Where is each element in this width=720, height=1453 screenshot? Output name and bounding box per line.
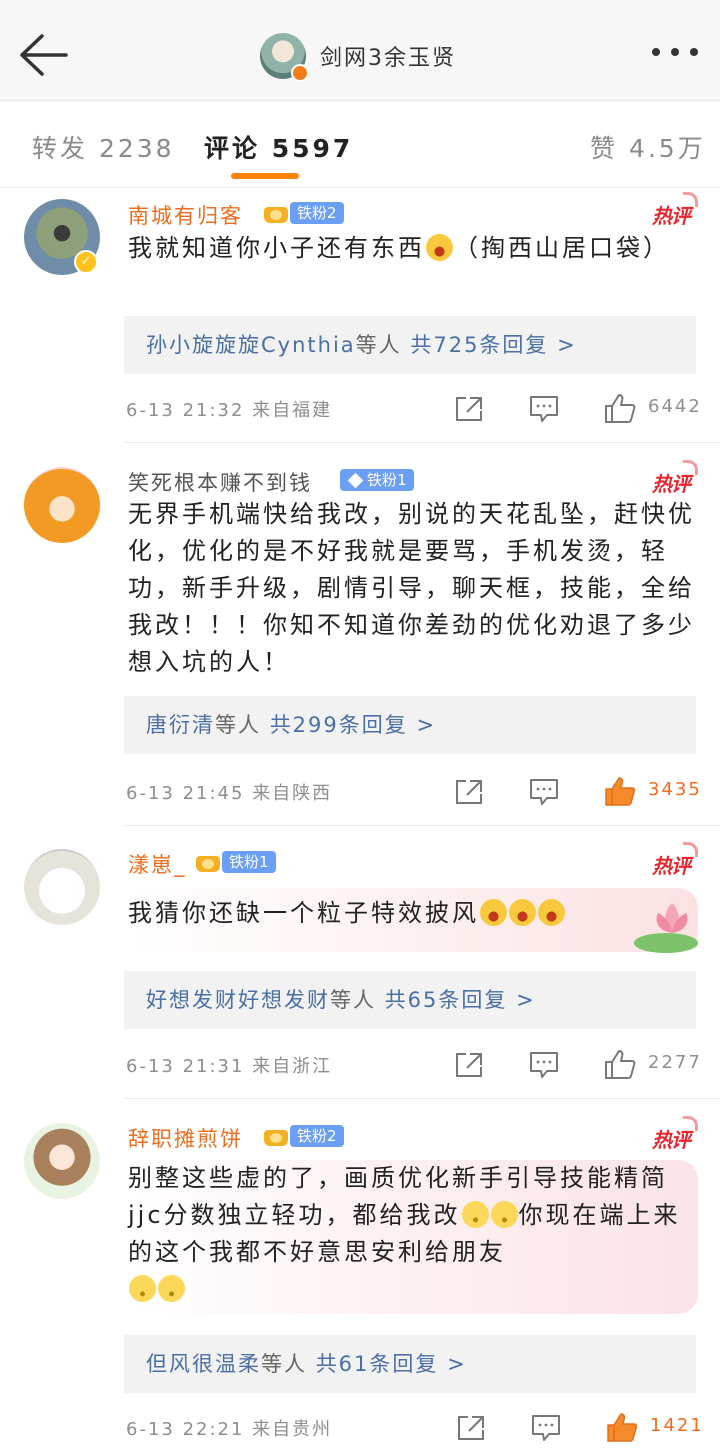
reply-summary[interactable]: 孙小旋旋旋Cynthia等人 共725条回复 > bbox=[124, 316, 696, 374]
username[interactable]: 笑死根本赚不到钱 bbox=[128, 467, 312, 497]
tab-comments[interactable]: 评论 5597 bbox=[204, 129, 353, 165]
hot-comment-label: 热评 bbox=[652, 842, 698, 879]
comment-text: 我猜你还缺一个粒子特效披风 bbox=[128, 888, 698, 952]
smile-emoji-icon bbox=[129, 1275, 156, 1302]
hot-comment-label: 热评 bbox=[652, 1116, 698, 1153]
username[interactable]: 漾崽_ bbox=[128, 849, 187, 879]
hot-comment-label: 热评 bbox=[652, 192, 698, 229]
username[interactable]: 南城有归客 bbox=[128, 200, 243, 230]
crown-icon bbox=[194, 850, 222, 874]
verified-icon bbox=[291, 64, 309, 82]
share-icon[interactable] bbox=[454, 778, 484, 806]
fan-badge[interactable]: 铁粉2 bbox=[262, 1124, 344, 1148]
page-title: 剑网3余玉贤 bbox=[320, 46, 456, 71]
comment-icon[interactable] bbox=[529, 778, 559, 806]
fan-badge[interactable]: 铁粉1 bbox=[340, 468, 414, 492]
comment-text: 无界手机端快给我改，别说的天花乱坠，赶快优化，优化的是不好我就是要骂，手机发烫，… bbox=[128, 500, 695, 676]
back-arrow-icon[interactable] bbox=[18, 32, 70, 78]
account-avatar[interactable] bbox=[260, 33, 309, 82]
like-count: 2277 bbox=[648, 1052, 702, 1073]
comment-meta: 6-13 21:45 来自陕西 bbox=[126, 783, 333, 804]
comment-meta: 6-13 21:32 来自福建 bbox=[126, 400, 333, 421]
like-icon[interactable] bbox=[606, 1411, 638, 1443]
comment-meta: 6-13 21:31 来自浙江 bbox=[126, 1056, 333, 1077]
smile-emoji-icon bbox=[158, 1275, 185, 1302]
hot-comment-label: 热评 bbox=[652, 460, 698, 497]
tab-repost[interactable]: 转发 2238 bbox=[32, 129, 175, 165]
laugh-emoji-icon bbox=[538, 899, 565, 926]
like-count: 3435 bbox=[648, 779, 702, 800]
smile-emoji-icon bbox=[490, 1201, 518, 1228]
laugh-emoji-icon bbox=[480, 899, 507, 926]
avatar[interactable] bbox=[24, 849, 100, 925]
top-bar: 剑网3余玉贤 bbox=[0, 0, 720, 101]
share-icon[interactable] bbox=[454, 1051, 484, 1079]
comment-icon[interactable] bbox=[529, 395, 559, 423]
divider bbox=[124, 825, 720, 826]
like-count: 1421 bbox=[650, 1415, 704, 1436]
smile-emoji-icon bbox=[461, 1201, 489, 1228]
crown-icon bbox=[262, 201, 290, 225]
tab-bar: 转发 2238 评论 5597 赞 4.5万 bbox=[0, 101, 720, 188]
avatar[interactable] bbox=[24, 467, 100, 543]
divider bbox=[124, 442, 720, 443]
like-icon[interactable] bbox=[604, 392, 636, 424]
reply-summary[interactable]: 唐衍清等人 共299条回复 > bbox=[124, 696, 696, 754]
active-tab-indicator bbox=[231, 173, 299, 179]
comment-text: 别整这些虚的了，画质优化新手引导技能精简jjc分数独立轻功，都给我改 你现在端上来… bbox=[128, 1160, 698, 1314]
diamond-icon bbox=[347, 472, 364, 488]
fan-badge[interactable]: 铁粉1 bbox=[194, 850, 276, 874]
laugh-emoji-icon bbox=[426, 234, 453, 261]
lotus-decoration bbox=[634, 903, 698, 953]
laugh-emoji-icon bbox=[509, 899, 536, 926]
reply-summary[interactable]: 好想发财好想发财等人 共65条回复 > bbox=[124, 971, 696, 1029]
comment-text: 我就知道你小子还有东西 （掏西山居口袋） bbox=[128, 234, 670, 262]
comment-icon[interactable] bbox=[529, 1051, 559, 1079]
like-icon[interactable] bbox=[604, 775, 636, 807]
verified-icon: ✓ bbox=[74, 250, 98, 274]
like-icon[interactable] bbox=[604, 1048, 636, 1080]
divider bbox=[124, 1098, 720, 1099]
tab-likes[interactable]: 赞 4.5万 bbox=[590, 129, 706, 165]
share-icon[interactable] bbox=[456, 1414, 486, 1442]
comment-meta: 6-13 22:21 来自贵州 bbox=[126, 1419, 333, 1440]
username[interactable]: 辞职摊煎饼 bbox=[128, 1123, 243, 1153]
reply-summary[interactable]: 但风很温柔等人 共61条回复 > bbox=[124, 1335, 696, 1393]
header-title-group[interactable]: 剑网3余玉贤 bbox=[260, 30, 456, 82]
share-icon[interactable] bbox=[454, 395, 484, 423]
avatar[interactable] bbox=[24, 1123, 100, 1199]
crown-icon bbox=[262, 1124, 290, 1148]
more-icon[interactable] bbox=[652, 48, 698, 58]
fan-badge[interactable]: 铁粉2 bbox=[262, 201, 344, 225]
comment-icon[interactable] bbox=[531, 1414, 561, 1442]
like-count: 6442 bbox=[648, 396, 702, 417]
